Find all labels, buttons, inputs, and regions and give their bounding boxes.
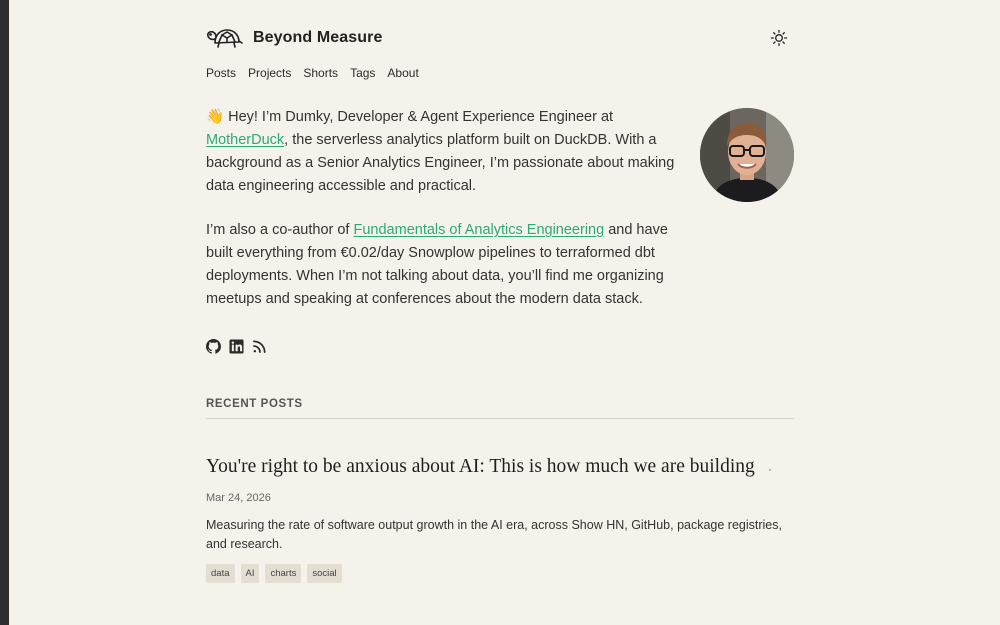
intro-text-2a: I’m also a co-author of — [206, 222, 354, 238]
main-nav: Posts Projects Shorts Tags About — [206, 66, 419, 80]
tag-charts[interactable]: charts — [265, 564, 302, 583]
rss-icon[interactable] — [252, 339, 267, 354]
tag-data[interactable]: data — [206, 564, 235, 583]
window-left-edge — [0, 0, 9, 625]
nav-link-shorts[interactable]: Shorts — [303, 66, 338, 80]
waving-hand-emoji: 👋 — [206, 109, 225, 125]
site-logo-link[interactable]: Beyond Measure — [206, 26, 382, 50]
motherduck-link[interactable]: MotherDuck — [206, 132, 284, 148]
post-description: Measuring the rate of software output gr… — [206, 518, 782, 551]
turtle-logo-icon — [206, 26, 244, 50]
book-link[interactable]: Fundamentals of Analytics Engineering — [354, 222, 605, 238]
intro-text-1a: Hey! I’m Dumky, Developer & Agent Experi… — [224, 109, 614, 125]
social-links — [206, 339, 267, 354]
github-icon[interactable] — [206, 339, 221, 354]
theme-toggle-button[interactable] — [770, 29, 788, 47]
avatar — [700, 108, 794, 202]
nav-link-about[interactable]: About — [387, 66, 418, 80]
tag-social[interactable]: social — [307, 564, 342, 583]
nav-link-projects[interactable]: Projects — [248, 66, 291, 80]
post-tags: data AI charts social — [206, 564, 342, 583]
intro-section: 👋 Hey! I’m Dumky, Developer & Agent Expe… — [206, 106, 676, 332]
nav-link-tags[interactable]: Tags — [350, 66, 375, 80]
tag-ai[interactable]: AI — [240, 564, 260, 583]
section-divider — [206, 418, 794, 419]
site-title: Beyond Measure — [253, 29, 383, 46]
sun-icon — [770, 29, 788, 47]
site-header: Beyond Measure — [206, 24, 794, 54]
intro-paragraph-2: I’m also a co-author of Fundamentals of … — [206, 219, 676, 311]
recent-posts-heading: RECENT POSTS — [206, 398, 303, 410]
intro-paragraph-1: 👋 Hey! I’m Dumky, Developer & Agent Expe… — [206, 106, 676, 198]
post-title-link[interactable]: You're right to be anxious about AI: Thi… — [206, 456, 755, 478]
post-date: Mar 24, 2026 — [206, 492, 271, 504]
linkedin-icon[interactable] — [229, 339, 244, 354]
post-marker: · — [768, 462, 772, 476]
nav-link-posts[interactable]: Posts — [206, 66, 236, 80]
